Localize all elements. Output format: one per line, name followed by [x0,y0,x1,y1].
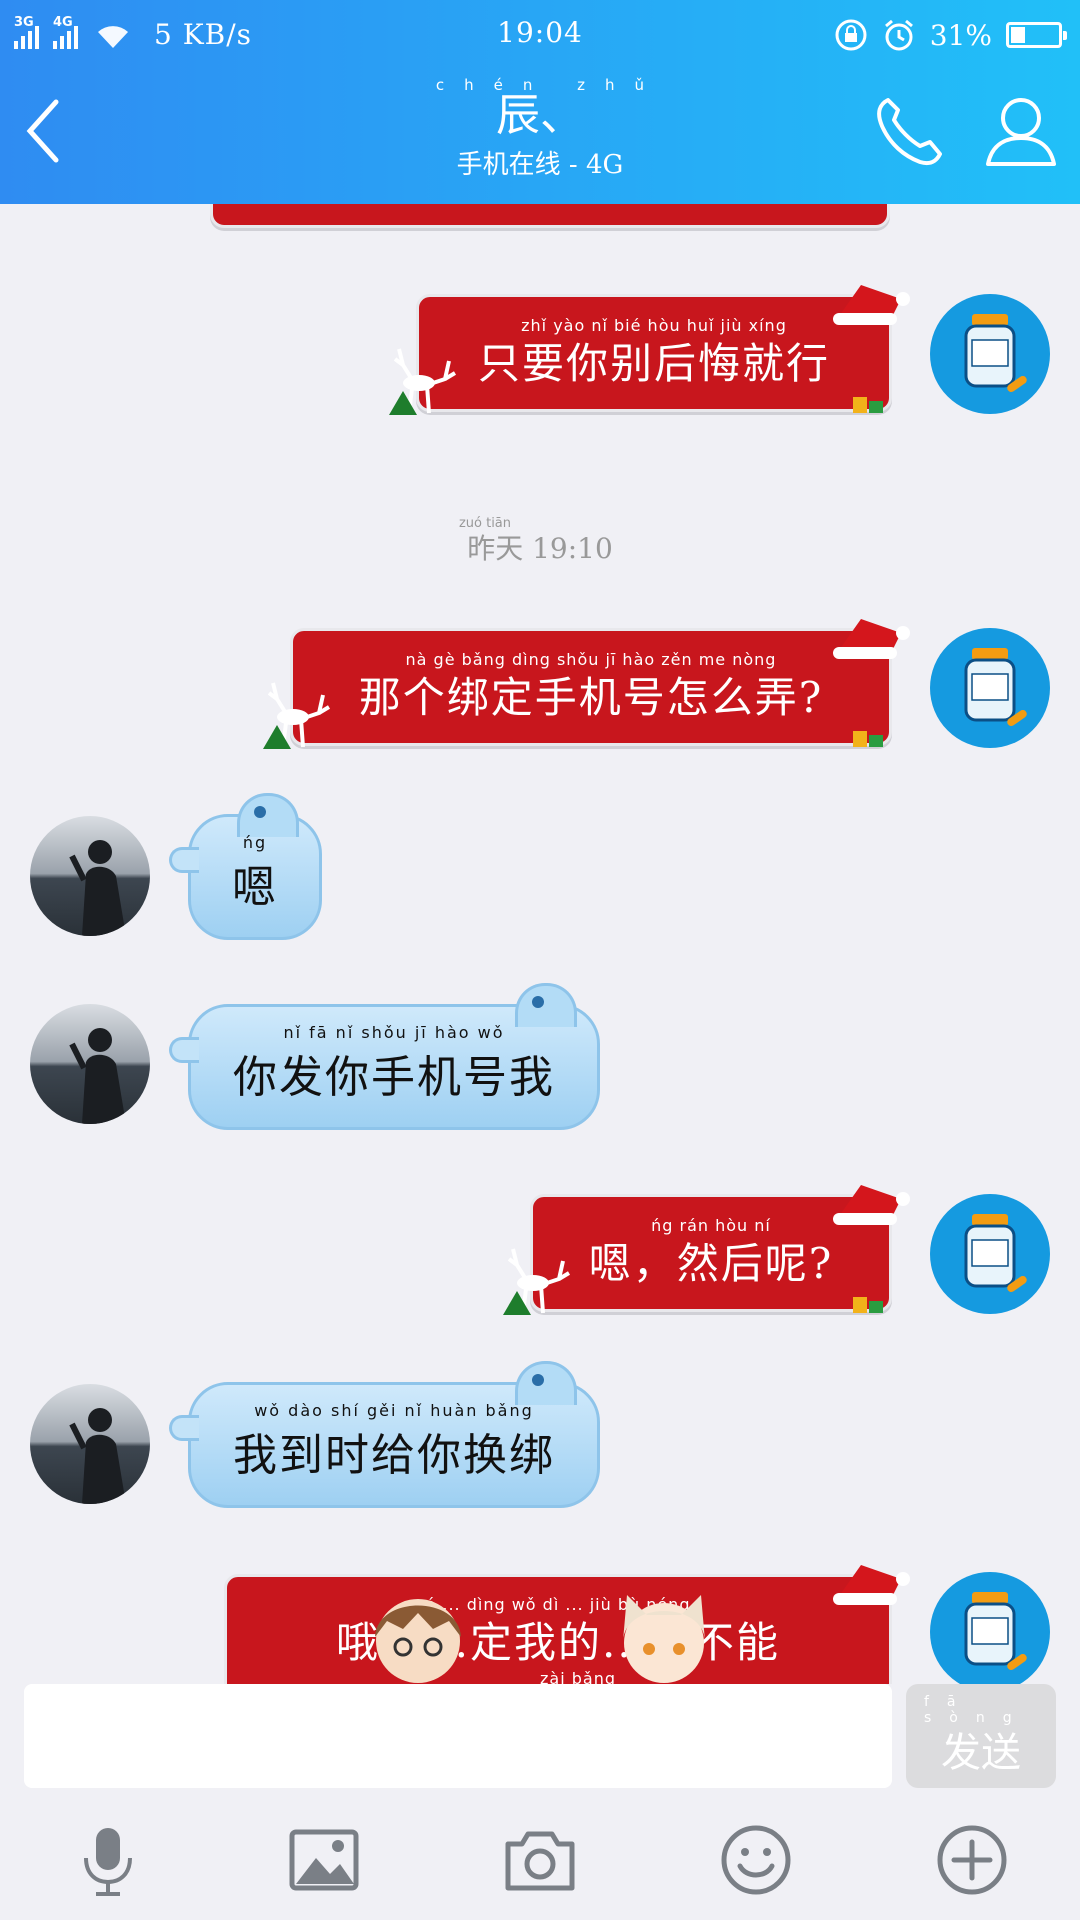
message-bubble[interactable]: nǐ fā nǐ shǒu jī hào wǒ 你发你手机号我 [169,983,600,1130]
my-avatar[interactable] [930,294,1050,414]
contact-avatar[interactable] [30,816,150,936]
message-list[interactable]: zhǐ yào nǐ bié hòu huǐ jiù xíng 只要你别后悔就行 … [0,204,1080,1684]
phone-call-icon[interactable] [870,92,948,170]
medicine-bottle-icon [964,1214,1027,1293]
message-text: 只要你别后悔就行 [477,338,830,388]
message-bubble-partial[interactable] [210,204,890,228]
message-bubble[interactable]: zhǐ yào nǐ bié hòu huǐ jiù xíng 只要你别后悔就行 [389,285,910,415]
message-bubble[interactable]: ńg rán hòu ní 嗯，然后呢? [503,1185,910,1315]
medicine-bottle-icon [964,1592,1027,1671]
battery-percent: 31% [929,18,992,52]
timestamp-divider: zuó tiān 昨天 19:10 [458,516,613,565]
my-avatar[interactable] [930,628,1050,748]
message-text: 你发你手机号我 [233,1052,555,1103]
reindeer-decoration-icon [503,1248,571,1315]
send-button[interactable]: fā sòng 发送 [906,1684,1056,1788]
message-bubble[interactable]: wǒ dào shí gěi nǐ huàn bǎng 我到时给你换绑 [169,1361,600,1508]
status-bar: 3G 4G 5 KB/s 19:04 31% [0,10,1080,60]
medicine-bottle-icon [964,648,1027,727]
santa-hat-icon [833,285,910,325]
message-text: 嗯 [232,862,278,913]
reindeer-decoration-icon [389,348,457,415]
composer: fā sòng 发送 [0,1684,1080,1800]
message-input[interactable] [24,1684,892,1788]
message-bubble[interactable]: nà gè bǎng dìng shǒu jī hào zěn me nòng 那… [263,619,910,749]
santa-hat-icon [833,619,910,659]
person-silhouette-icon [69,1028,126,1124]
my-avatar[interactable] [930,1194,1050,1314]
person-silhouette-icon [69,840,126,936]
medicine-bottle-icon [964,314,1027,393]
my-avatar[interactable] [930,1572,1050,1684]
gift-icon [853,1297,883,1313]
message-bubble[interactable]: ńg 嗯 [169,793,322,940]
profile-icon[interactable] [982,92,1060,170]
plus-icon[interactable] [934,1822,1010,1898]
message-text: 那个绑定手机号怎么弄? [358,672,824,722]
message-text: 嗯，然后呢? [588,1238,834,1288]
message-text: 我到时给你换绑 [233,1430,555,1481]
microphone-icon[interactable] [70,1822,146,1898]
chat-header: 3G 4G 5 KB/s 19:04 31% chén zhǔ 辰、 手机在线 … [0,0,1080,204]
camera-icon[interactable] [502,1822,578,1898]
santa-hat-icon [833,1565,910,1605]
input-toolbar [0,1800,1080,1920]
gift-icon [853,731,883,747]
image-icon[interactable] [286,1822,362,1898]
contact-avatar[interactable] [30,1004,150,1124]
santa-hat-icon [833,1185,910,1225]
message-bubble[interactable]: ó ... dìng wǒ dì ... jiù bù néng 哦，...定我的… [224,1565,910,1684]
emoji-icon[interactable] [718,1822,794,1898]
battery-icon [1006,22,1067,48]
contact-avatar[interactable] [30,1384,150,1504]
reindeer-decoration-icon [263,682,331,749]
alarm-icon [884,19,913,51]
gift-icon [853,397,883,413]
person-silhouette-icon [69,1408,126,1504]
rotation-lock-icon [835,19,867,51]
